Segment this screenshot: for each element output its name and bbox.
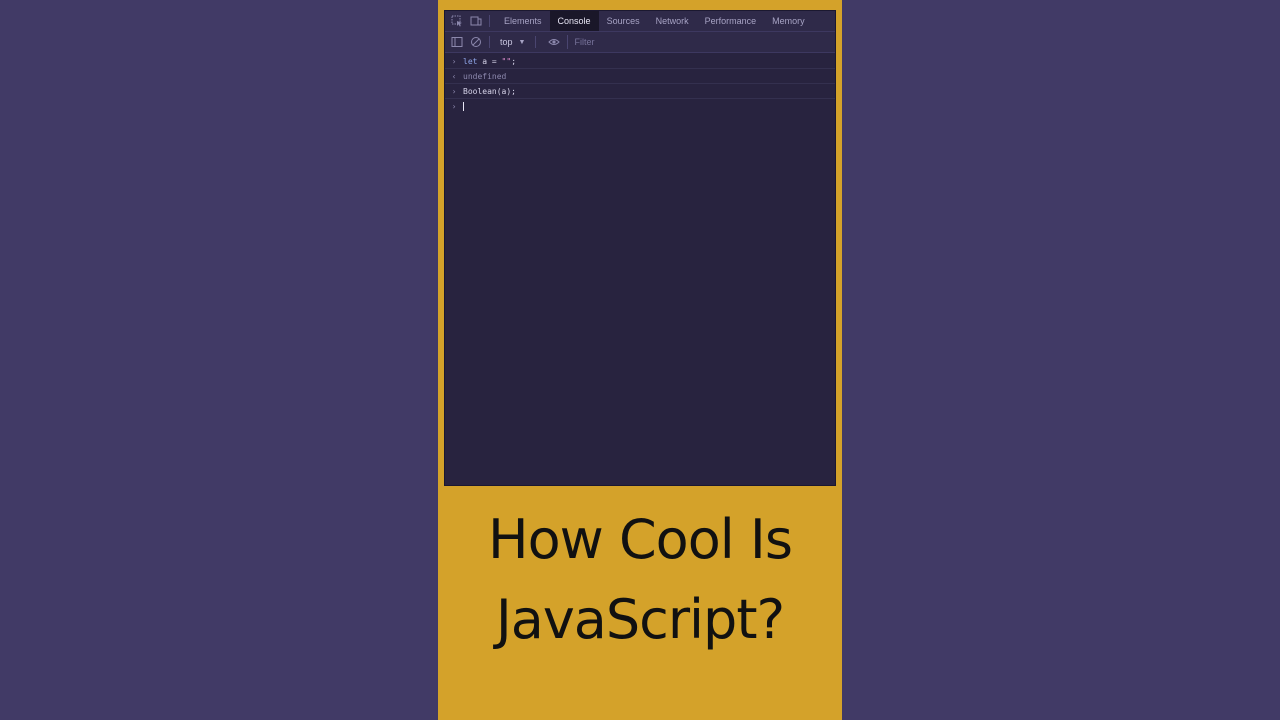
tab-network[interactable]: Network [648,11,697,31]
prompt-chevron-icon: › [451,101,457,111]
caption-line-2: JavaScript? [495,588,785,651]
context-label: top [500,37,513,47]
input-chevron-icon: › [451,56,457,66]
tab-elements[interactable]: Elements [496,11,550,31]
code-text: ; [511,56,517,66]
tab-console[interactable]: Console [549,11,599,31]
filter-input[interactable]: Filter [567,35,835,49]
video-frame: Elements Console Sources Network Perform… [438,0,842,720]
text-cursor [463,101,464,111]
divider [535,36,537,48]
output-chevron-icon: ‹ [451,71,457,81]
context-selector[interactable]: top ▼ [496,37,529,47]
tab-sources[interactable]: Sources [599,11,648,31]
divider [489,36,490,48]
video-caption: How Cool Is JavaScript? [438,500,842,660]
tab-performance[interactable]: Performance [697,11,765,31]
code-keyword: let [463,56,478,66]
clear-console-icon[interactable] [469,35,483,49]
console-result-line: ‹ undefined [445,69,835,84]
divider [489,15,490,27]
code-text: a = [477,56,502,66]
chevron-down-icon: ▼ [518,38,526,46]
input-chevron-icon: › [451,86,457,96]
console-code: Boolean(a); [463,86,516,96]
sidebar-toggle-icon[interactable] [450,35,464,49]
console-input-line: › Boolean(a); [445,84,835,99]
devtools-tabbar: Elements Console Sources Network Perform… [445,11,835,32]
console-toolbar: top ▼ Filter [445,32,835,53]
tab-memory[interactable]: Memory [764,11,813,31]
console-prompt[interactable]: › [445,99,835,113]
code-string: "" [501,56,512,66]
live-expression-eye-icon[interactable] [547,35,561,49]
console-input-line: › let a = ""; [445,54,835,69]
console-code: let a = ""; [463,57,516,66]
devtools-panel: Elements Console Sources Network Perform… [444,10,836,486]
caption-line-1: How Cool Is [488,508,793,571]
device-toolbar-icon[interactable] [469,14,483,28]
inspect-element-icon[interactable] [450,14,464,28]
console-result: undefined [463,71,507,81]
console-output: › let a = ""; ‹ undefined › Boolean(a); … [445,53,835,113]
